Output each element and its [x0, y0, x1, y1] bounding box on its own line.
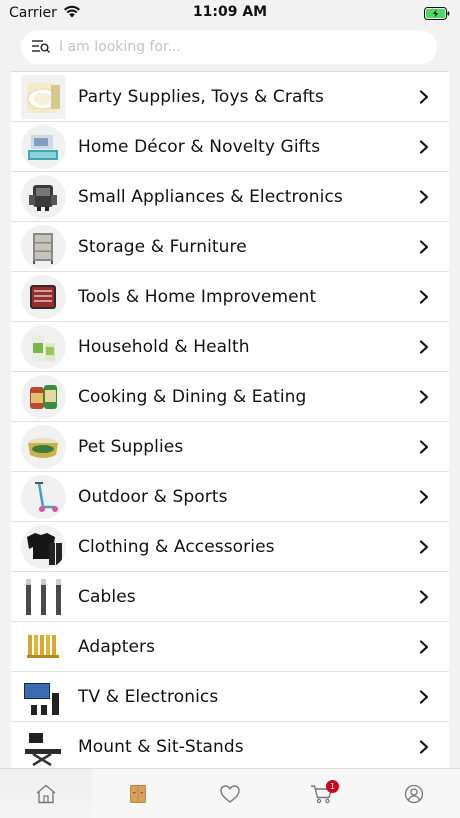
category-label: Cooking & Dining & Eating: [78, 386, 307, 407]
tab-cart[interactable]: 1: [276, 769, 368, 818]
clothing-image: [21, 525, 66, 569]
household-health-image: [21, 325, 66, 369]
adapters-image: [21, 625, 66, 669]
tab-profile[interactable]: [368, 769, 460, 818]
heart-icon: [220, 784, 240, 803]
category-item[interactable]: TV & Electronics: [11, 672, 449, 722]
category-label: TV & Electronics: [78, 686, 219, 707]
tab-categories[interactable]: [92, 769, 184, 818]
home-decor-image: [21, 125, 66, 169]
category-label: Home Décor & Novelty Gifts: [78, 136, 321, 157]
chevron-right-icon: [419, 590, 429, 604]
cooking-dining-image: [21, 375, 66, 419]
tab-favorites[interactable]: [184, 769, 276, 818]
category-label: Party Supplies, Toys & Crafts: [78, 86, 325, 107]
category-item[interactable]: Outdoor & Sports: [11, 472, 449, 522]
chevron-right-icon: [419, 440, 429, 454]
category-item[interactable]: Cooking & Dining & Eating: [11, 372, 449, 422]
chevron-right-icon: [419, 390, 429, 404]
category-item[interactable]: Party Supplies, Toys & Crafts: [11, 72, 449, 122]
category-item[interactable]: Clothing & Accessories: [11, 522, 449, 572]
small-appliances-image: [21, 175, 66, 219]
mount-sit-stands-image: [21, 725, 66, 768]
storage-furniture-image: [21, 225, 66, 269]
tab-bar: 1: [0, 768, 460, 818]
categories-icon: [130, 784, 146, 803]
category-label: Pet Supplies: [78, 436, 184, 457]
category-item[interactable]: Household & Health: [11, 322, 449, 372]
category-label: Adapters: [78, 636, 156, 657]
category-item[interactable]: Pet Supplies: [11, 422, 449, 472]
chevron-right-icon: [419, 740, 429, 754]
pet-supplies-image: [21, 425, 66, 469]
category-item[interactable]: Cables: [11, 572, 449, 622]
chevron-right-icon: [419, 190, 429, 204]
category-label: Cables: [78, 586, 136, 607]
category-label: Small Appliances & Electronics: [78, 186, 343, 207]
category-label: Household & Health: [78, 336, 250, 357]
profile-icon: [404, 784, 424, 803]
category-item[interactable]: Mount & Sit-Stands: [11, 722, 449, 768]
category-label: Mount & Sit-Stands: [78, 736, 244, 757]
chevron-right-icon: [419, 640, 429, 654]
chevron-right-icon: [419, 240, 429, 254]
tab-home[interactable]: [0, 769, 92, 818]
party-supplies-image: [21, 75, 66, 119]
category-item[interactable]: Adapters: [11, 622, 449, 672]
category-item[interactable]: Tools & Home Improvement: [11, 272, 449, 322]
search-filter-icon[interactable]: [31, 38, 51, 57]
tools-image: [21, 275, 66, 319]
chevron-right-icon: [419, 490, 429, 504]
category-item[interactable]: Home Décor & Novelty Gifts: [11, 122, 449, 172]
search-field[interactable]: [21, 30, 437, 64]
chevron-right-icon: [419, 340, 429, 354]
cart-badge: 1: [326, 780, 339, 793]
chevron-right-icon: [419, 540, 429, 554]
cables-image: [21, 575, 66, 619]
home-icon: [36, 784, 56, 803]
category-label: Storage & Furniture: [78, 236, 247, 257]
category-item[interactable]: Small Appliances & Electronics: [11, 172, 449, 222]
tv-electronics-image: [21, 675, 66, 719]
category-list: Party Supplies, Toys & Crafts Home Décor…: [11, 71, 449, 768]
chevron-right-icon: [419, 690, 429, 704]
outdoor-sports-image: [21, 475, 66, 519]
status-time: 11:09 AM: [192, 4, 268, 20]
search-input[interactable]: [59, 39, 399, 55]
category-label: Outdoor & Sports: [78, 486, 228, 507]
chevron-right-icon: [419, 290, 429, 304]
category-label: Tools & Home Improvement: [78, 286, 317, 307]
status-bar: Carrier 11:09 AM: [0, 0, 460, 26]
search-bar: [0, 26, 460, 70]
chevron-right-icon: [419, 140, 429, 154]
category-label: Clothing & Accessories: [78, 536, 275, 557]
category-item[interactable]: Storage & Furniture: [11, 222, 449, 272]
chevron-right-icon: [419, 90, 429, 104]
